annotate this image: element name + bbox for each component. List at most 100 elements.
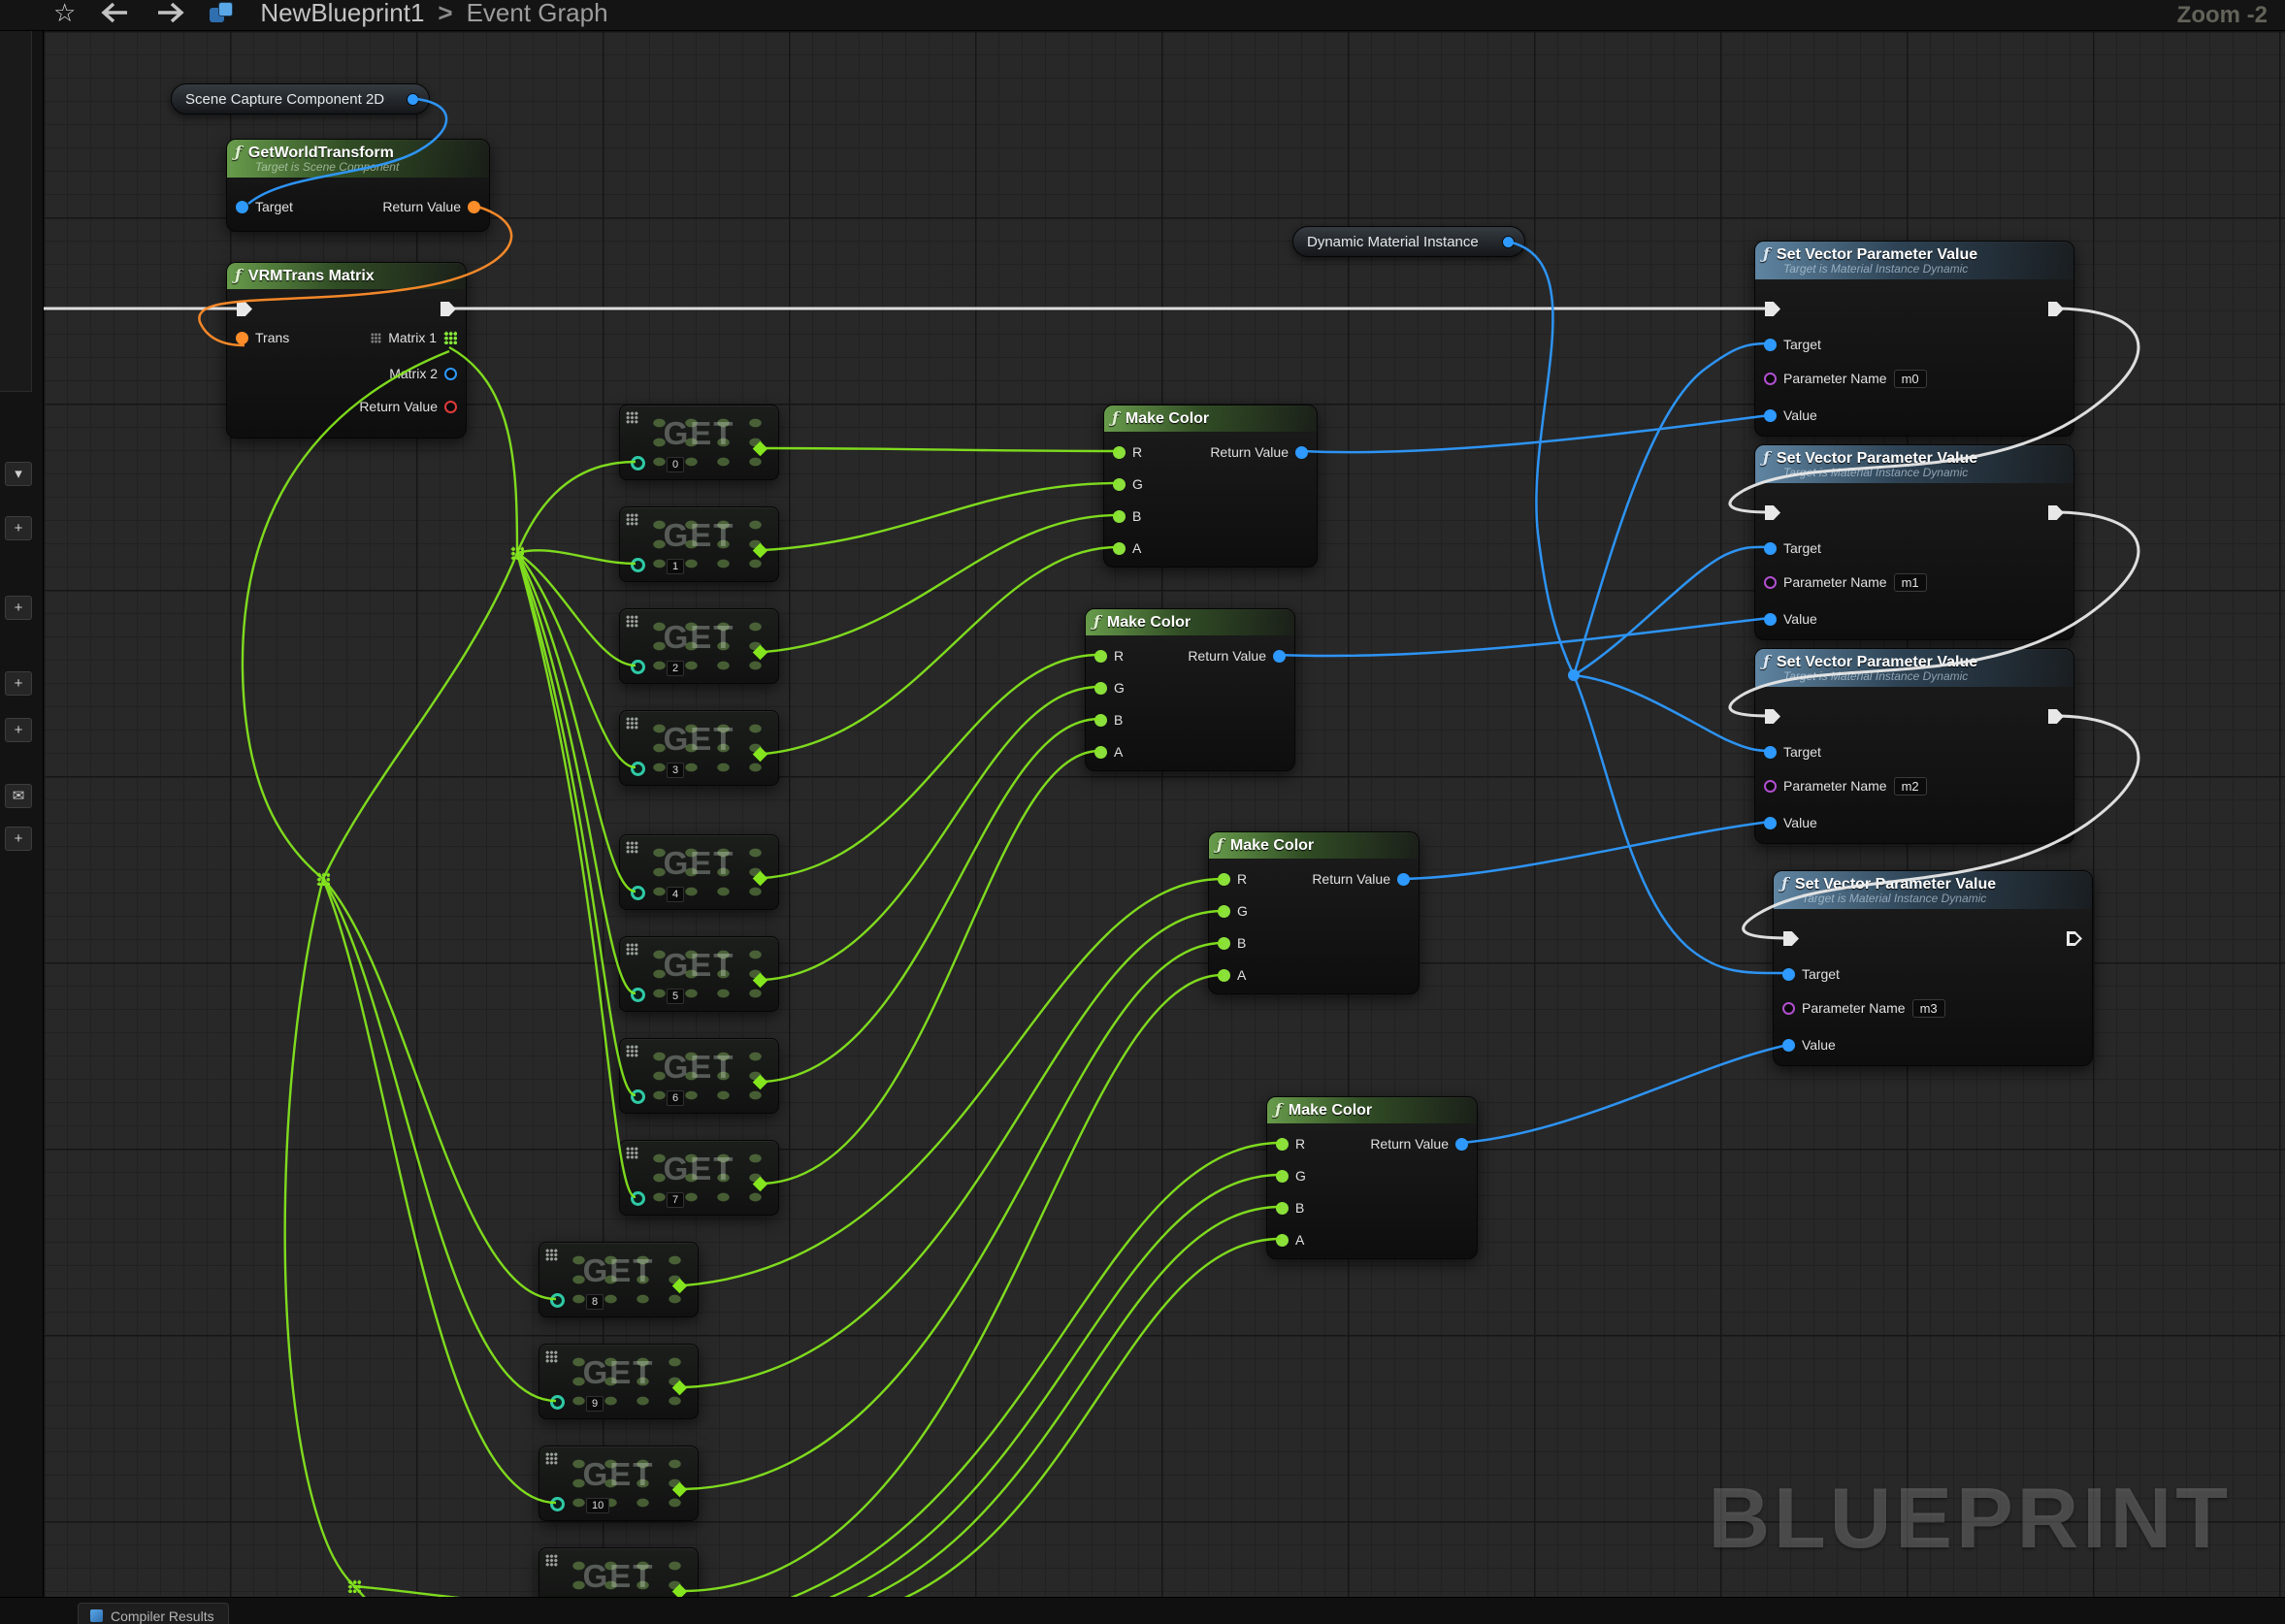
node-make-color-1[interactable]: Make Color R G B A Return Value	[1103, 405, 1318, 568]
parameter-name-input-pin[interactable]	[1764, 373, 1777, 385]
breadcrumb-page[interactable]: Event Graph	[467, 0, 608, 28]
node-vrmtrans-matrix[interactable]: VRMTrans Matrix Trans Matrix 1 Matrix 2 …	[226, 262, 467, 438]
node-set-vector-param-3[interactable]: Set Vector Parameter Value Target is Mat…	[1773, 870, 2093, 1066]
get-node-9[interactable]: GET 9	[539, 1344, 699, 1419]
array-input-pin[interactable]	[631, 558, 645, 572]
node-get-world-transform[interactable]: GetWorldTransform Target is Scene Compon…	[226, 139, 490, 232]
a-input-pin[interactable]	[1276, 1234, 1289, 1247]
exec-input-pin[interactable]	[1765, 505, 1780, 520]
add-button[interactable]: +	[5, 827, 32, 851]
favorite-star-icon[interactable]: ☆	[53, 0, 76, 25]
return-value-output-pin[interactable]	[444, 401, 457, 413]
value-input-pin[interactable]	[1764, 613, 1777, 626]
parameter-name-input-pin[interactable]	[1782, 1002, 1795, 1015]
compiler-results-tab[interactable]: Compiler Results	[78, 1603, 229, 1624]
get-node-3[interactable]: GET 3	[619, 710, 779, 786]
parameter-name-input-pin[interactable]	[1764, 576, 1777, 589]
get-node-8[interactable]: GET 8	[539, 1242, 699, 1317]
node-set-vector-param-2[interactable]: Set Vector Parameter Value Target is Mat…	[1754, 648, 2074, 844]
object-output-pin[interactable]	[407, 93, 419, 106]
a-input-pin[interactable]	[1113, 542, 1126, 555]
exec-input-pin[interactable]	[1783, 931, 1799, 946]
r-input-pin[interactable]	[1094, 650, 1107, 663]
r-input-pin[interactable]	[1218, 873, 1230, 886]
parameter-name-input-pin[interactable]	[1764, 780, 1777, 793]
exec-input-pin[interactable]	[1765, 709, 1780, 724]
return-value-output-pin[interactable]	[468, 201, 480, 213]
exec-output-pin[interactable]	[441, 302, 456, 316]
get-node-7[interactable]: GET 7	[619, 1140, 779, 1216]
add-button[interactable]: +	[5, 596, 32, 620]
trans-input-pin[interactable]	[236, 332, 248, 344]
value-input-pin[interactable]	[1764, 409, 1777, 422]
node-make-color-4[interactable]: Make Color R G B A Return Value	[1266, 1096, 1478, 1259]
g-input-pin[interactable]	[1094, 682, 1107, 695]
return-value-output-pin[interactable]	[1397, 873, 1410, 886]
a-input-pin[interactable]	[1218, 969, 1230, 982]
palette-dropdown-button[interactable]: ▾	[5, 462, 32, 486]
get-node-1[interactable]: GET 1	[619, 506, 779, 582]
reroute-node[interactable]	[510, 546, 524, 560]
array-input-pin[interactable]	[631, 1191, 645, 1206]
array-input-pin[interactable]	[631, 762, 645, 776]
b-input-pin[interactable]	[1276, 1202, 1289, 1215]
value-input-pin[interactable]	[1782, 1039, 1795, 1052]
array-input-pin[interactable]	[631, 456, 645, 471]
exec-output-pin[interactable]	[2067, 931, 2082, 946]
a-input-pin[interactable]	[1094, 746, 1107, 759]
array-input-pin[interactable]	[631, 886, 645, 900]
b-input-pin[interactable]	[1218, 937, 1230, 950]
node-make-color-3[interactable]: Make Color R G B A Return Value	[1208, 831, 1420, 994]
parameter-name-field[interactable]: m0	[1894, 370, 1927, 388]
get-node-2[interactable]: GET 2	[619, 608, 779, 684]
return-value-output-pin[interactable]	[1455, 1138, 1468, 1151]
exec-output-pin[interactable]	[2048, 709, 2064, 724]
array-input-pin[interactable]	[550, 1293, 565, 1308]
return-value-output-pin[interactable]	[1273, 650, 1286, 663]
exec-input-pin[interactable]	[1765, 302, 1780, 316]
get-node-10[interactable]: GET 10	[539, 1445, 699, 1521]
event-dispatcher-icon[interactable]: ✉	[5, 784, 32, 808]
add-button[interactable]: +	[5, 671, 32, 696]
parameter-name-field[interactable]: m1	[1894, 573, 1927, 592]
target-input-pin[interactable]	[1764, 746, 1777, 759]
get-node-5[interactable]: GET 5	[619, 936, 779, 1012]
r-input-pin[interactable]	[1276, 1138, 1289, 1151]
array-input-pin[interactable]	[631, 660, 645, 674]
node-set-vector-param-1[interactable]: Set Vector Parameter Value Target is Mat…	[1754, 444, 2074, 640]
exec-input-pin[interactable]	[237, 302, 252, 316]
variable-node-dynamic-material[interactable]: Dynamic Material Instance	[1292, 226, 1525, 257]
node-make-color-2[interactable]: Make Color R G B A Return Value	[1085, 608, 1295, 771]
add-button[interactable]: +	[5, 718, 32, 742]
get-node-0[interactable]: GET 0	[619, 405, 779, 480]
array-input-pin[interactable]	[631, 988, 645, 1002]
g-input-pin[interactable]	[1113, 478, 1126, 491]
exec-output-pin[interactable]	[2048, 505, 2064, 520]
b-input-pin[interactable]	[1113, 510, 1126, 523]
parameter-name-field[interactable]: m3	[1912, 999, 1945, 1018]
reroute-node[interactable]	[1568, 669, 1580, 681]
target-input-pin[interactable]	[1764, 542, 1777, 555]
add-button[interactable]: +	[5, 516, 32, 540]
array-input-pin[interactable]	[631, 1089, 645, 1104]
back-button[interactable]	[101, 2, 130, 23]
array-input-pin[interactable]	[550, 1395, 565, 1410]
node-set-vector-param-0[interactable]: Set Vector Parameter Value Target is Mat…	[1754, 241, 2074, 437]
array-input-pin[interactable]	[550, 1497, 565, 1511]
reroute-node[interactable]	[316, 872, 330, 886]
forward-button[interactable]	[155, 2, 184, 23]
r-input-pin[interactable]	[1113, 446, 1126, 459]
b-input-pin[interactable]	[1094, 714, 1107, 727]
exec-output-pin[interactable]	[2048, 302, 2064, 316]
value-input-pin[interactable]	[1764, 817, 1777, 829]
object-output-pin[interactable]	[1502, 236, 1515, 248]
variable-node-scene-capture[interactable]: Scene Capture Component 2D	[171, 83, 430, 114]
g-input-pin[interactable]	[1276, 1170, 1289, 1183]
target-input-pin[interactable]	[236, 201, 248, 213]
get-node-4[interactable]: GET 4	[619, 834, 779, 910]
reroute-node[interactable]	[347, 1579, 361, 1593]
g-input-pin[interactable]	[1218, 905, 1230, 918]
return-value-output-pin[interactable]	[1295, 446, 1308, 459]
matrix2-output-pin[interactable]	[444, 368, 457, 380]
parameter-name-field[interactable]: m2	[1894, 777, 1927, 796]
